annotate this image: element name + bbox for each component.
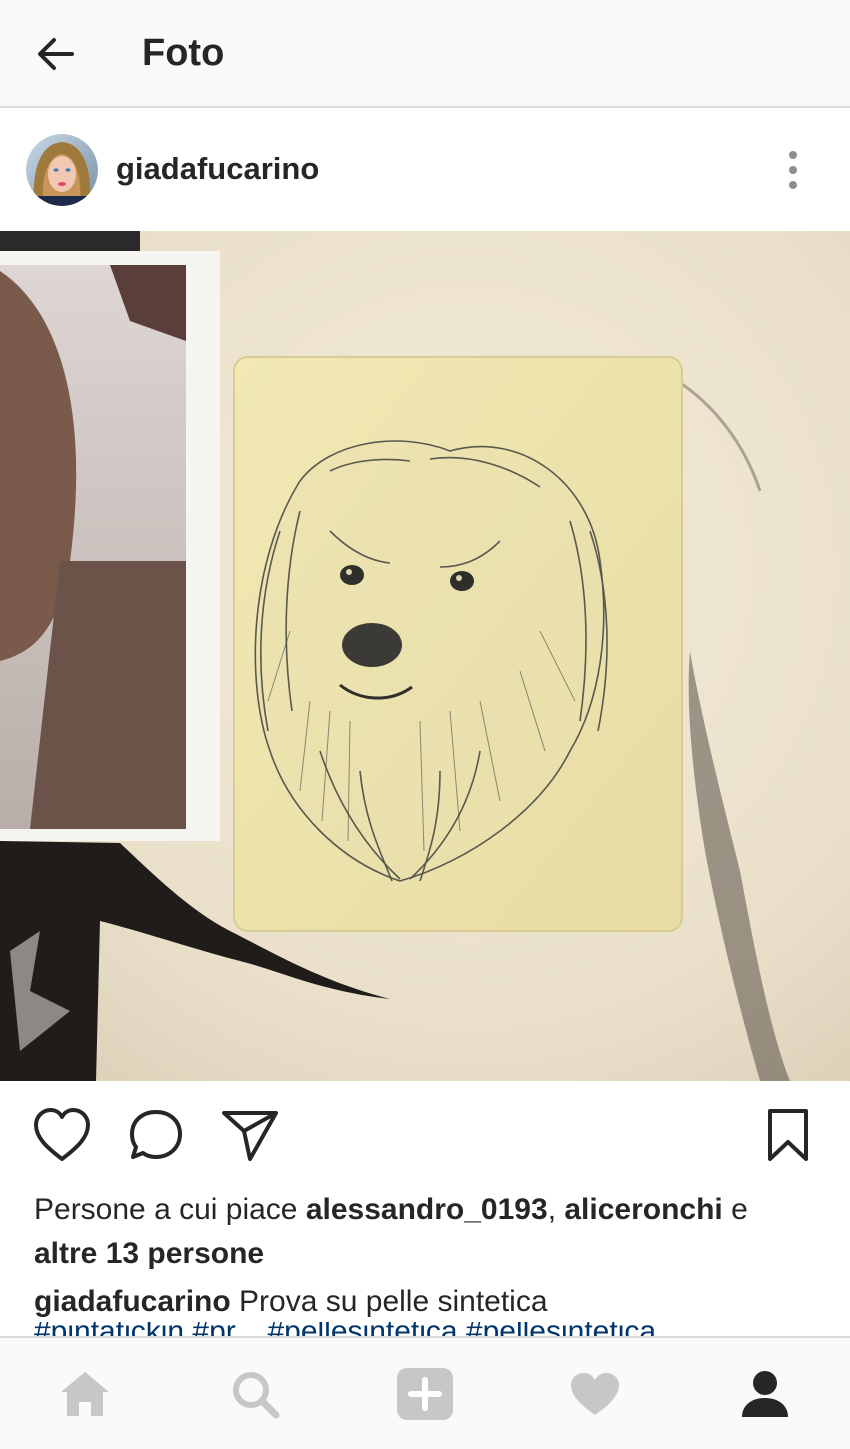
avatar[interactable] [26,134,98,206]
nav-activity[interactable] [565,1364,625,1424]
likes-conjunction: e [722,1193,748,1226]
hashtags-text: #pintatickin #pr... #pellesintetica #pel… [34,1322,850,1336]
page-title: Foto [142,32,225,74]
bookmark-icon [768,1109,808,1161]
nav-add[interactable] [395,1364,455,1424]
caption-hashtags[interactable]: #pintatickin #pr... #pellesintetica #pel… [34,1322,850,1336]
avatar-image [26,134,98,206]
likes-separator: , [547,1193,565,1226]
post-caption: giadafucarino Prova su pelle sintetica [34,1280,824,1324]
save-button[interactable] [756,1103,820,1167]
nav-search[interactable] [225,1364,285,1424]
more-options-button[interactable] [772,144,814,196]
liker-user-2[interactable]: aliceronchi [564,1193,722,1226]
arrow-left-icon [38,38,74,70]
post-header: giadafucarino [0,110,850,230]
nav-profile[interactable] [735,1364,795,1424]
heart-icon [571,1373,619,1415]
post-photo[interactable] [0,231,850,1081]
nav-home[interactable] [55,1364,115,1424]
post-actions [0,1081,850,1185]
home-icon [61,1372,109,1416]
search-icon [233,1372,280,1419]
comment-icon [130,1110,182,1159]
send-icon [222,1111,278,1161]
likes-prefix: Persone a cui piace [34,1193,306,1226]
dog-drawing-image [0,231,850,1081]
profile-icon [742,1371,788,1417]
likes-others[interactable]: altre 13 persone [34,1237,264,1270]
post-username[interactable]: giadafucarino [116,150,319,188]
bottom-nav [0,1336,850,1449]
share-button[interactable] [218,1103,282,1167]
comment-button[interactable] [124,1103,188,1167]
back-button[interactable] [28,26,84,82]
top-bar: Foto [0,0,850,108]
like-button[interactable] [30,1103,94,1167]
caption-username[interactable]: giadafucarino [34,1285,231,1318]
likes-summary[interactable]: Persone a cui piace alessandro_0193, ali… [34,1188,824,1276]
heart-outline-icon [34,1108,90,1161]
caption-text: Prova su pelle sintetica [230,1285,548,1318]
add-icon [397,1368,453,1420]
liker-user-1[interactable]: alessandro_0193 [306,1193,548,1226]
more-vertical-icon [789,151,797,189]
